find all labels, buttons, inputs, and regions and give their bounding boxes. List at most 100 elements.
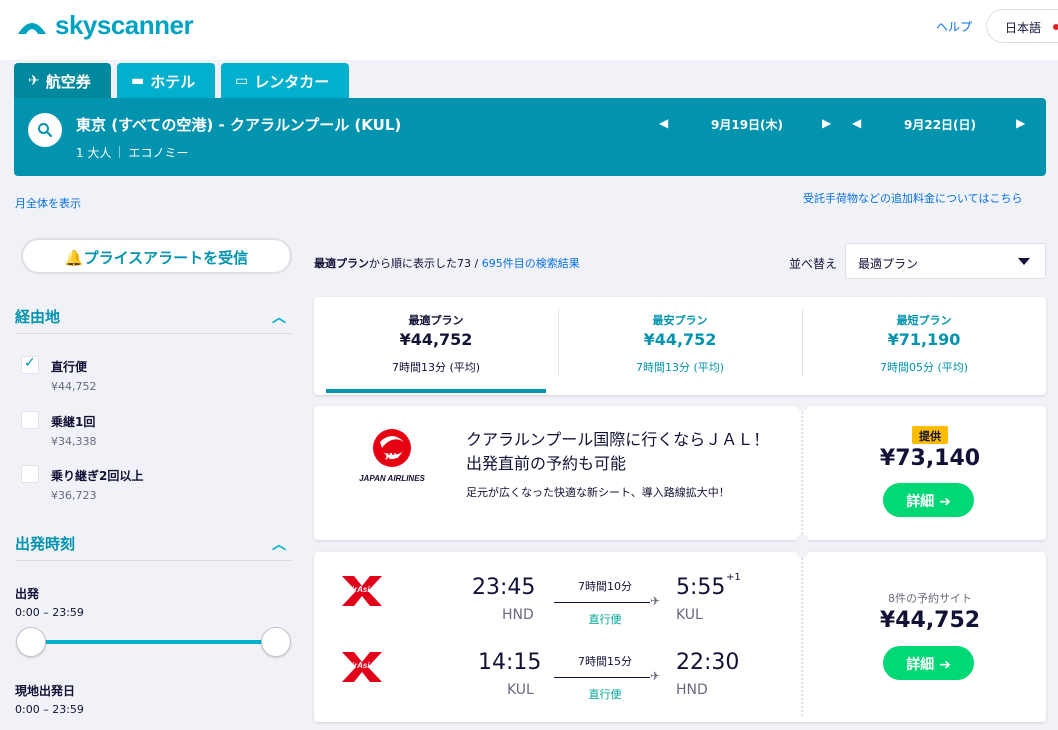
summary-label: 最短プラン bbox=[896, 314, 952, 327]
tab-label: 航空券 bbox=[45, 72, 91, 91]
ticket-notch bbox=[796, 546, 808, 558]
ad-title-line1: クアラルンプール国際に行くならＪＡＬ！ bbox=[466, 430, 770, 449]
caret-down-icon bbox=[1018, 258, 1030, 265]
details-label: 詳細 bbox=[906, 494, 935, 510]
ticket-divider bbox=[801, 412, 803, 534]
result-count: 最適プランから順に表示した73 / 695件目の検索結果 bbox=[314, 255, 580, 271]
tab-car-rental[interactable]: ▭ レンタカー bbox=[221, 63, 349, 99]
bed-icon: ▬ bbox=[131, 73, 145, 89]
summary-duration: 7時間13分 (平均) bbox=[635, 361, 725, 374]
stops-two-plus-label: 乗り継ぎ2回以上 bbox=[51, 469, 144, 483]
stops-one-label: 乗継1回 bbox=[51, 415, 96, 429]
search-summary-bar[interactable]: 東京 (すべての空港) - クアラルンプール (KUL) 1 大人 エコノミー ◀… bbox=[14, 98, 1046, 176]
details-label: 詳細 bbox=[906, 657, 935, 673]
departure-time-label: 出発 bbox=[15, 587, 40, 601]
sort-select[interactable]: 最適プラン bbox=[845, 243, 1046, 279]
stops-direct-label: 直行便 bbox=[51, 360, 88, 374]
ticket-notch bbox=[796, 534, 808, 546]
stops-direct-checkbox[interactable] bbox=[21, 355, 39, 374]
passenger-cabin[interactable]: 1 大人 エコノミー bbox=[76, 144, 188, 161]
search-button[interactable] bbox=[28, 113, 62, 147]
leg1-route-line bbox=[554, 602, 650, 603]
booking-sites-count: 8件の予約サイト bbox=[888, 592, 972, 605]
airplane-icon: ✈ bbox=[650, 594, 661, 608]
tab-label: ホテル bbox=[150, 72, 196, 91]
ad-title-line2: 出発直前の予約も可能 bbox=[466, 454, 627, 473]
flight-result-card[interactable]: AirAsia 23:45 HND 7時間10分 ✈ 直行便 5:55 +1 K… bbox=[314, 546, 1046, 722]
tab-flights[interactable]: ✈ 航空券 bbox=[14, 63, 111, 99]
ticket-notch bbox=[796, 400, 808, 412]
stops-two-plus-price: ¥36,723 bbox=[51, 489, 97, 502]
leg1-arrival-time: 5:55 bbox=[676, 575, 726, 600]
next-depart-date-icon[interactable]: ▶ bbox=[822, 116, 831, 130]
cabin-class: エコノミー bbox=[128, 146, 189, 160]
ad-title: クアラルンプール国際に行くならＪＡＬ！ 出発直前の予約も可能 bbox=[466, 428, 769, 476]
leg1-duration: 7時間10分 bbox=[578, 580, 632, 593]
extra-fees-link[interactable]: 受託手荷物などの追加料金についてはこちら bbox=[803, 190, 1022, 206]
leg2-stops: 直行便 bbox=[588, 688, 622, 701]
bell-icon: 🔔 bbox=[64, 249, 84, 267]
stops-direct-price: ¥44,752 bbox=[51, 380, 97, 393]
summary-label: 最安プラン bbox=[652, 314, 708, 327]
prev-return-date-icon[interactable]: ◀ bbox=[852, 116, 861, 130]
route-text: 東京 (すべての空港) - クアラルンプール (KUL) bbox=[76, 116, 402, 134]
chevron-up-icon[interactable]: ︿ bbox=[272, 307, 286, 327]
times-section-title: 出発時刻 bbox=[15, 535, 76, 553]
summary-fastest[interactable]: 最短プラン ¥71,190 7時間05分 (平均) bbox=[802, 297, 1046, 395]
total-results-link[interactable]: 695件目の検索結果 bbox=[482, 257, 580, 270]
language-label: 日本語 bbox=[1005, 21, 1042, 35]
summary-duration: 7時間13分 (平均) bbox=[391, 361, 481, 374]
departure-slider-track[interactable] bbox=[31, 640, 276, 644]
leg1-arrival-airport: KUL bbox=[676, 607, 703, 623]
departure-slider-start-handle[interactable] bbox=[16, 627, 46, 657]
airplane-icon: ✈ bbox=[650, 669, 661, 683]
summary-best[interactable]: 最適プラン ¥44,752 7時間13分 (平均) bbox=[314, 297, 558, 395]
depart-date[interactable]: 9月19日(木) bbox=[711, 116, 783, 133]
tab-label: レンタカー bbox=[254, 72, 330, 91]
price-alert-button[interactable]: 🔔プライスアラートを受信 bbox=[21, 238, 292, 274]
summary-cheapest[interactable]: 最安プラン ¥44,752 7時間13分 (平均) bbox=[558, 297, 802, 395]
summary-label: 最適プラン bbox=[408, 314, 464, 327]
brand-name: skyscanner bbox=[55, 9, 194, 40]
ad-subtitle: 足元が広くなった快適な新シート、導入路線拡大中！ bbox=[466, 486, 730, 499]
next-return-date-icon[interactable]: ▶ bbox=[1016, 116, 1025, 130]
jal-logo: JAL JAPAN AIRLINES bbox=[342, 428, 442, 488]
ad-price: ¥73,140 bbox=[879, 446, 981, 471]
return-date[interactable]: 9月22日(日) bbox=[904, 116, 976, 133]
result-sort-prefix: 最適プラン bbox=[314, 257, 369, 270]
month-view-link[interactable]: 月全体を表示 bbox=[15, 195, 81, 211]
flight-details-button[interactable]: 詳細 ➔ bbox=[883, 646, 974, 680]
jal-crane-icon bbox=[373, 429, 411, 467]
airasia-logo: AirAsia bbox=[338, 574, 386, 608]
skyscanner-sunrise-icon bbox=[17, 23, 47, 37]
departure-slider-end-handle[interactable] bbox=[261, 627, 291, 657]
sort-value: 最適プラン bbox=[858, 257, 919, 271]
price-alert-label: プライスアラートを受信 bbox=[83, 249, 249, 267]
prev-depart-date-icon[interactable]: ◀ bbox=[659, 116, 668, 130]
result-count-text: から順に表示した73 / bbox=[369, 257, 482, 270]
ad-details-button[interactable]: 詳細 ➔ bbox=[883, 483, 974, 517]
airasia-logo: AirAsia bbox=[338, 650, 386, 684]
help-link[interactable]: ヘルプ bbox=[936, 18, 972, 35]
skyscanner-logo[interactable]: skyscanner bbox=[15, 8, 194, 42]
arrow-right-icon: ➔ bbox=[939, 494, 951, 510]
local-departure-label: 現地出発日 bbox=[15, 684, 76, 698]
sponsored-badge: 提供 bbox=[912, 426, 948, 444]
language-selector[interactable]: 日本語 bbox=[986, 9, 1058, 43]
leg1-stops: 直行便 bbox=[588, 613, 622, 626]
airasia-logo-text: AirAsia bbox=[346, 585, 375, 594]
tab-hotels[interactable]: ▬ ホテル bbox=[117, 63, 215, 99]
stops-two-plus-checkbox[interactable] bbox=[21, 465, 39, 483]
leg1-day-offset: +1 bbox=[726, 572, 741, 583]
summary-price: ¥71,190 bbox=[887, 330, 961, 349]
airasia-logo-text: AirAsia bbox=[346, 661, 375, 670]
stops-one-checkbox[interactable] bbox=[21, 411, 39, 429]
chevron-up-icon[interactable]: ︿ bbox=[272, 534, 286, 554]
flag-icon bbox=[1053, 24, 1058, 30]
stops-one-price: ¥34,338 bbox=[51, 435, 97, 448]
selected-tab-indicator bbox=[326, 389, 546, 393]
sponsored-ad-card[interactable]: JAL JAPAN AIRLINES クアラルンプール国際に行くならＪＡＬ！ 出… bbox=[314, 400, 1046, 546]
car-icon: ▭ bbox=[235, 73, 249, 89]
summary-price: ¥44,752 bbox=[643, 330, 717, 349]
divider bbox=[15, 333, 292, 334]
